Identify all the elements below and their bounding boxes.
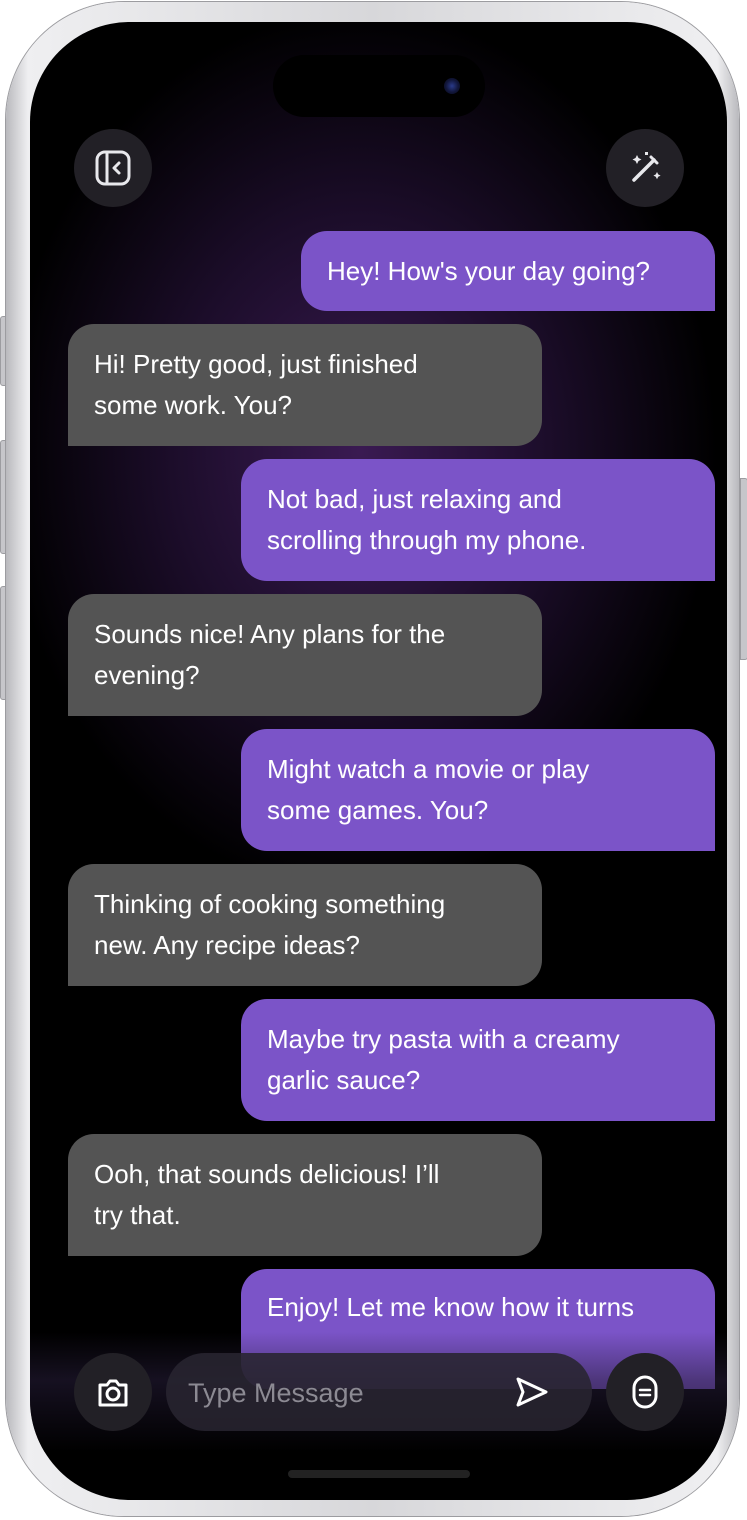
- message-line: Enjoy! Let me know how it turns: [267, 1292, 635, 1322]
- message-line: garlic sauce?: [267, 1065, 421, 1095]
- message-incoming: Hi! Pretty good, just finished some work…: [68, 324, 542, 446]
- voice-button[interactable]: [606, 1353, 684, 1431]
- message-outgoing: Not bad, just relaxing and scrolling thr…: [241, 459, 715, 581]
- message-line: Sounds nice! Any plans for the: [94, 619, 446, 649]
- message-input[interactable]: [186, 1353, 490, 1433]
- magic-wand-button[interactable]: [606, 129, 684, 207]
- message-line: Thinking of cooking something: [94, 889, 446, 919]
- message-line: Might watch a movie or play: [267, 754, 590, 784]
- message-line: Ooh, that sounds delicious! I’ll: [94, 1159, 440, 1189]
- sidebar-collapse-icon: [95, 150, 131, 186]
- home-indicator: [288, 1470, 470, 1478]
- message-incoming: Thinking of cooking something new. Any r…: [68, 864, 542, 986]
- camera-icon: [98, 1379, 128, 1407]
- message-line: scrolling through my phone.: [267, 525, 587, 555]
- message-line: Hi! Pretty good, just finished: [94, 349, 418, 379]
- message-outgoing: Hey! How's your day going?: [301, 231, 715, 311]
- message-outgoing: Might watch a movie or play some games. …: [241, 729, 715, 851]
- message-outgoing: Maybe try pasta with a creamy garlic sau…: [241, 999, 715, 1121]
- message-incoming: Sounds nice! Any plans for the evening?: [68, 594, 542, 716]
- power-button: [740, 478, 747, 660]
- message-text: Hey! How's your day going?: [327, 255, 650, 286]
- send-icon[interactable]: [512, 1372, 552, 1412]
- microphone-icon: [632, 1375, 658, 1409]
- magic-wand-icon: [632, 152, 661, 182]
- message-line: evening?: [94, 660, 200, 690]
- message-line: Not bad, just relaxing and: [267, 484, 562, 514]
- message-line: try that.: [94, 1200, 181, 1230]
- sidebar-toggle-button[interactable]: [74, 129, 152, 207]
- front-camera-icon: [444, 78, 460, 94]
- screen: Hey! How's your day going? Hi! Pretty go…: [30, 22, 727, 1500]
- camera-button[interactable]: [74, 1353, 152, 1431]
- message-input-container: [166, 1353, 592, 1433]
- message-line: some work. You?: [94, 390, 293, 420]
- dynamic-island: [273, 55, 485, 117]
- message-line: Maybe try pasta with a creamy: [267, 1024, 620, 1054]
- message-incoming: Ooh, that sounds delicious! I’ll try tha…: [68, 1134, 542, 1256]
- message-line: new. Any recipe ideas?: [94, 930, 360, 960]
- phone-frame: Hey! How's your day going? Hi! Pretty go…: [6, 2, 739, 1516]
- message-line: some games. You?: [267, 795, 489, 825]
